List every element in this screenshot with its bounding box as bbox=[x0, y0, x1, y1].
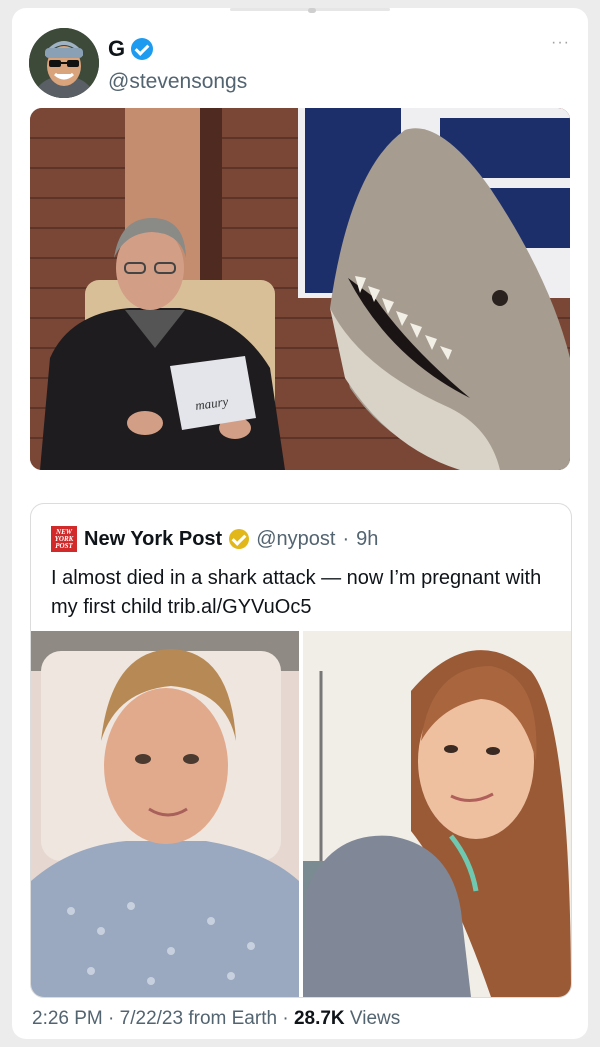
footer-dot: · bbox=[108, 1008, 115, 1029]
tweet-date[interactable]: 7/22/23 bbox=[120, 1008, 183, 1029]
tweet-time[interactable]: 2:26 PM bbox=[32, 1008, 103, 1029]
quoted-tweet-text: I almost died in a shark attack — now I’… bbox=[51, 567, 542, 618]
quoted-author-name[interactable]: New York Post bbox=[84, 528, 222, 551]
quoted-tweet[interactable]: NEW YORK POST New York Post @nypost · 9h… bbox=[30, 503, 572, 998]
author-handle[interactable]: @stevensongs bbox=[108, 70, 247, 94]
verified-badge-icon bbox=[131, 38, 154, 60]
tweet-card: G @stevensongs ··· maury NEW YORK POST N… bbox=[12, 8, 588, 1039]
quoted-tweet-age[interactable]: 9h bbox=[356, 528, 378, 551]
tweet-source: from Earth bbox=[188, 1008, 278, 1029]
tweet-media-image[interactable]: maury bbox=[30, 108, 570, 470]
author-name-row[interactable]: G bbox=[108, 36, 247, 62]
nypost-logo[interactable]: NEW YORK POST bbox=[51, 526, 77, 552]
author-avatar[interactable] bbox=[29, 28, 99, 98]
quoted-tweet-header: NEW YORK POST New York Post @nypost · 9h bbox=[51, 526, 378, 552]
tweet-footer: 2:26 PM · 7/22/23 from Earth · 28.7K Vie… bbox=[32, 1008, 400, 1030]
more-options-icon[interactable]: ··· bbox=[551, 34, 570, 52]
verified-organization-icon bbox=[229, 529, 250, 549]
author-display-name[interactable]: G bbox=[108, 36, 125, 62]
top-handle bbox=[308, 8, 316, 13]
footer-dot: · bbox=[282, 1008, 289, 1029]
quoted-author-handle[interactable]: @nypost bbox=[256, 528, 335, 551]
meta-separator: · bbox=[342, 527, 350, 550]
views-label: Views bbox=[349, 1008, 401, 1029]
quoted-tweet-media[interactable] bbox=[31, 631, 571, 997]
views-count[interactable]: 28.7K bbox=[294, 1008, 345, 1029]
author-block: G @stevensongs bbox=[108, 36, 247, 94]
